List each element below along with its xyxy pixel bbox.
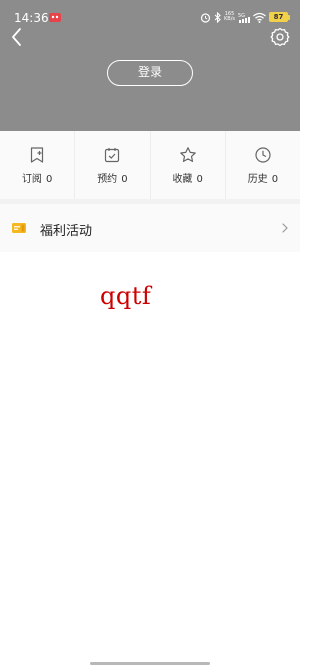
benefits-label: 福利活动 [40,224,93,239]
stat-count: 0 [271,174,279,185]
stat-subscriptions[interactable]: 订阅 0 [0,131,76,199]
calendar-check-icon [105,148,120,163]
ticket-icon [12,223,26,233]
star-icon [179,147,196,162]
login-button[interactable]: 登录 [107,60,193,86]
stat-count: 0 [45,174,53,185]
alarm-icon [200,12,211,23]
stats-row: 订阅 0 预约 0 收藏 0 历史 0 [0,131,300,199]
stat-history[interactable]: 历史 0 [226,131,300,199]
profile-header: 14:36 165 KB/s 5G 87 登录 [0,0,300,131]
stat-label: 收藏 [172,174,193,185]
stat-count: 0 [196,174,203,185]
chevron-right-icon [282,223,288,233]
bookmark-add-icon [31,147,44,163]
battery-level: 87 [269,12,288,22]
stat-label: 历史 [247,174,268,185]
battery-icon: 87 [269,12,290,22]
wifi-icon [253,12,266,23]
status-bar: 14:36 165 KB/s 5G 87 [0,0,300,30]
status-icons: 165 KB/s 5G 87 [200,11,290,23]
handwritten-annotation: qqtf [100,282,152,310]
status-time: 14:36 [14,11,49,25]
notification-app-icon [49,13,61,22]
bluetooth-icon [214,11,221,23]
stat-count: 0 [121,174,128,185]
cellular-signal-icon: 5G [238,13,250,23]
clock-icon [255,147,271,163]
gear-icon[interactable] [270,27,290,47]
benefits-row[interactable]: 福利活动 [0,204,300,252]
home-indicator[interactable] [90,662,210,665]
stat-favorites[interactable]: 收藏 0 [151,131,226,199]
stat-reservations[interactable]: 预约 0 [75,131,151,199]
stat-label: 订阅 [21,174,42,185]
svg-text:5G: 5G [238,13,245,19]
network-speed: 165 KB/s [224,11,235,22]
back-icon[interactable] [8,26,26,48]
stat-label: 预约 [97,174,118,185]
